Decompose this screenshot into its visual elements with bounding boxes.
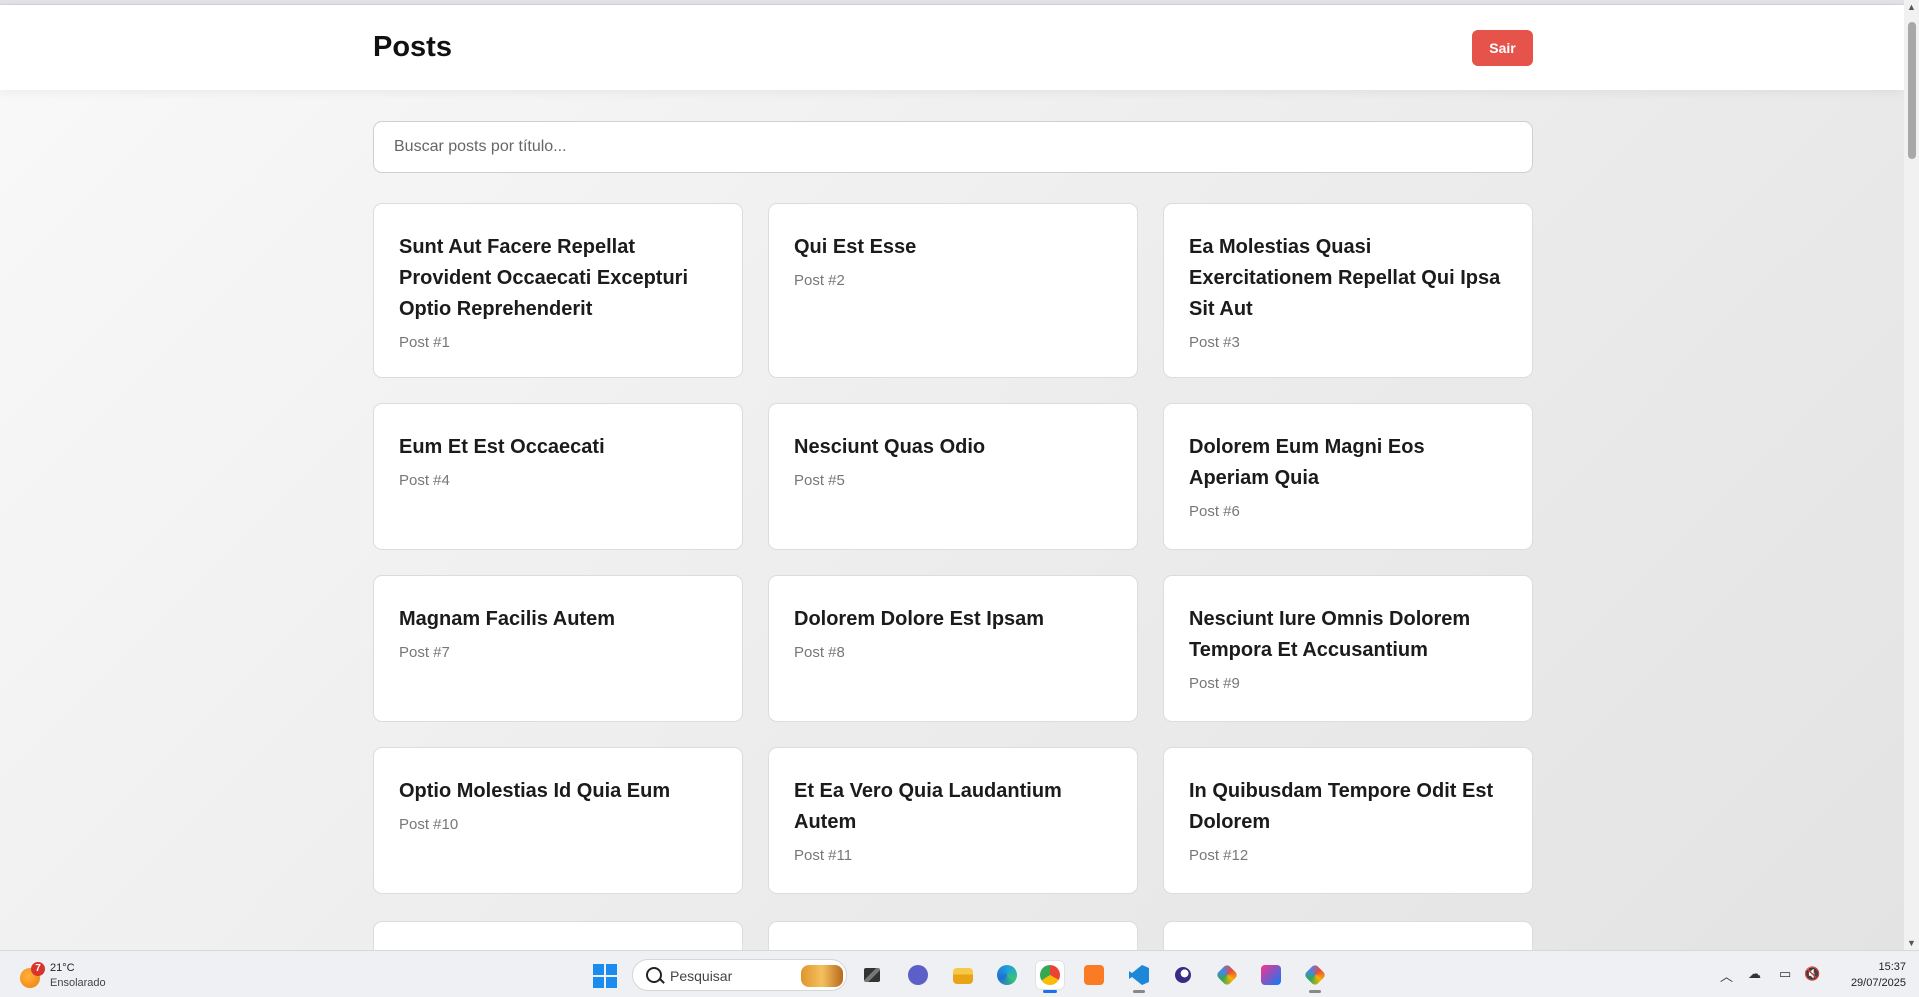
post-card[interactable]: Dolorem Eum Magni Eos Aperiam Quia Post #…: [1163, 403, 1533, 550]
weather-widget[interactable]: 7 21°C Ensolarado: [18, 959, 148, 991]
scroll-up-arrow-icon[interactable]: ▲: [1907, 2, 1916, 12]
post-card[interactable]: Nesciunt Iure Omnis Dolorem Tempora Et A…: [1163, 575, 1533, 722]
file-explorer-icon[interactable]: [948, 960, 978, 990]
vscode-icon[interactable]: [1124, 960, 1154, 993]
post-title: Sunt Aut Facere Repellat Provident Occae…: [399, 236, 689, 320]
post-number: Post #6: [1189, 503, 1240, 520]
taskbar-search-box[interactable]: Pesquisar: [632, 959, 847, 991]
network-icon[interactable]: ▭: [1779, 966, 1791, 982]
post-title: Eum Et Est Occaecati: [399, 436, 605, 458]
system-clock[interactable]: 15:37 29/07/2025: [1836, 959, 1906, 991]
post-number: Post #1: [399, 334, 450, 351]
post-card[interactable]: Qui Est Esse Post #2: [768, 203, 1138, 378]
post-number: Post #3: [1189, 334, 1240, 351]
post-title: Qui Est Esse: [794, 236, 917, 258]
post-title: Magnam Facilis Autem: [399, 608, 615, 630]
search-icon: [646, 967, 662, 983]
notification-badge: 7: [31, 962, 45, 976]
task-view-icon[interactable]: [857, 960, 887, 990]
post-card-partial[interactable]: [768, 921, 1138, 950]
clock-time: 15:37: [1878, 961, 1906, 973]
post-title: Optio Molestias Id Quia Eum: [399, 780, 671, 802]
post-card[interactable]: Magnam Facilis Autem Post #7: [373, 575, 743, 722]
post-number: Post #9: [1189, 675, 1240, 692]
logout-button[interactable]: Sair: [1472, 30, 1533, 66]
onedrive-offline-icon[interactable]: ☁: [1748, 966, 1761, 982]
post-card[interactable]: Dolorem Dolore Est Ipsam Post #8: [768, 575, 1138, 722]
taskbar-search-label: Pesquisar: [670, 968, 733, 984]
git-gui-icon[interactable]: [1300, 960, 1330, 993]
post-number: Post #2: [794, 272, 845, 289]
volume-muted-icon[interactable]: 🔇: [1804, 966, 1820, 982]
post-title: In Quibusdam Tempore Odit Est Dolorem: [1189, 780, 1494, 833]
search-highlight-image: [801, 965, 843, 987]
xampp-icon[interactable]: [1079, 960, 1109, 990]
windows-start-icon[interactable]: [593, 964, 617, 988]
post-title: Nesciunt Quas Odio: [794, 436, 986, 458]
app-header: Posts Sair: [0, 5, 1904, 90]
post-number: Post #7: [399, 644, 450, 661]
git-icon[interactable]: [1212, 960, 1242, 990]
browser-viewport: Posts Sair Sunt Aut Facere Repellat Prov…: [0, 0, 1904, 950]
chrome-browser-icon[interactable]: [1035, 960, 1065, 993]
weather-temperature: 21°C: [50, 962, 75, 974]
post-title: Dolorem Eum Magni Eos Aperiam Quia: [1189, 436, 1425, 489]
post-card[interactable]: Ea Molestias Quasi Exercitationem Repell…: [1163, 203, 1533, 378]
post-title: Ea Molestias Quasi Exercitationem Repell…: [1189, 236, 1501, 320]
post-card[interactable]: Eum Et Est Occaecati Post #4: [373, 403, 743, 550]
post-number: Post #12: [1189, 847, 1249, 864]
post-card[interactable]: Nesciunt Quas Odio Post #5: [768, 403, 1138, 550]
page-title: Posts: [373, 31, 452, 63]
post-card[interactable]: In Quibusdam Tempore Odit Est Dolorem Pos…: [1163, 747, 1533, 894]
post-title: Dolorem Dolore Est Ipsam: [794, 608, 1045, 630]
weather-description: Ensolarado: [50, 977, 106, 989]
posts-grid-next-row: [373, 921, 1533, 950]
posts-grid: Sunt Aut Facere Repellat Provident Occae…: [373, 203, 1533, 894]
post-title: Nesciunt Iure Omnis Dolorem Tempora Et A…: [1189, 608, 1471, 661]
scroll-down-arrow-icon[interactable]: ▼: [1907, 938, 1916, 948]
teams-chat-icon[interactable]: [903, 960, 933, 990]
post-card-partial[interactable]: [1163, 921, 1533, 950]
post-number: Post #5: [794, 472, 845, 489]
edge-browser-icon[interactable]: [992, 960, 1022, 990]
search-input[interactable]: [373, 121, 1533, 173]
scrollbar-thumb[interactable]: [1908, 22, 1916, 159]
post-title: Et Ea Vero Quia Laudantium Autem: [794, 780, 1062, 833]
intellij-icon[interactable]: [1256, 960, 1286, 990]
clock-date: 29/07/2025: [1850, 977, 1906, 989]
eclipse-icon[interactable]: [1168, 960, 1198, 990]
show-hidden-icons-chevron-up-icon[interactable]: ︿: [1720, 966, 1733, 985]
windows-taskbar: 7 21°C Ensolarado Pesquisar ︿ ☁ ▭ 🔇 15:3…: [0, 950, 1919, 997]
post-card[interactable]: Sunt Aut Facere Repellat Provident Occae…: [373, 203, 743, 378]
page-scrollbar[interactable]: ▲ ▼: [1904, 0, 1919, 950]
post-number: Post #10: [399, 816, 459, 833]
post-card[interactable]: Optio Molestias Id Quia Eum Post #10: [373, 747, 743, 894]
post-number: Post #11: [794, 847, 853, 864]
post-card-partial[interactable]: [373, 921, 743, 950]
post-number: Post #8: [794, 644, 845, 661]
post-card[interactable]: Et Ea Vero Quia Laudantium Autem Post #11: [768, 747, 1138, 894]
post-number: Post #4: [399, 472, 450, 489]
